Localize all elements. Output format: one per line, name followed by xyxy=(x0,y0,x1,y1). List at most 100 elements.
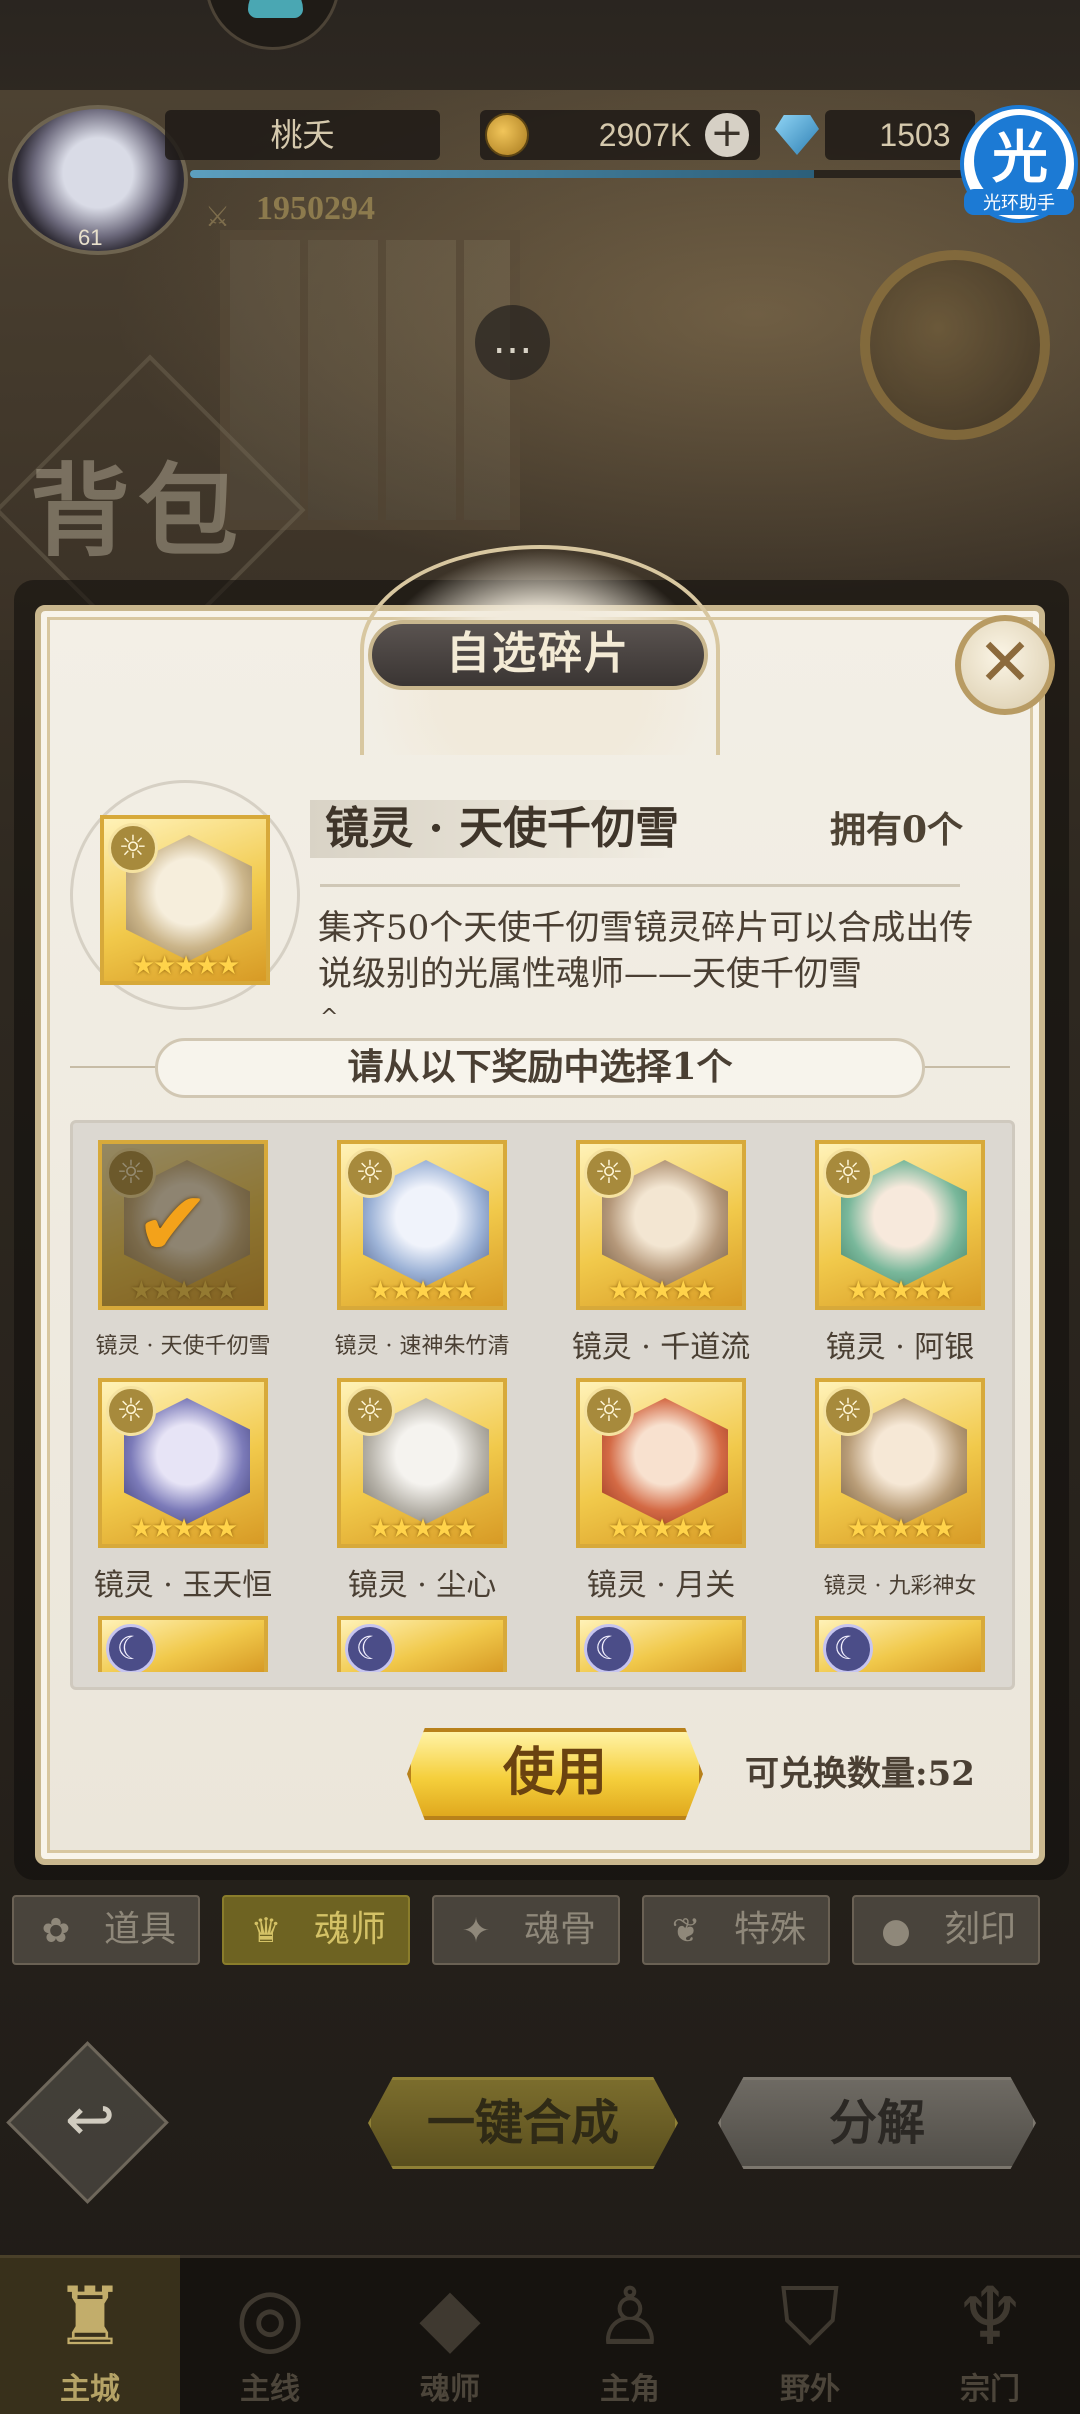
reward-card-10[interactable]: ☾ xyxy=(337,1616,507,1672)
star-rating: ★★★★★ xyxy=(368,1514,478,1544)
choose-prompt: 请从以下奖励中选择1个 xyxy=(155,1038,925,1098)
tab-soulmaster[interactable]: ♛ 魂师 xyxy=(222,1895,410,1965)
star-rating: ★★★★★ xyxy=(607,1514,717,1544)
moon-icon: ☾ xyxy=(106,1624,156,1672)
close-button[interactable]: ✕ xyxy=(955,615,1055,715)
reward-card-7[interactable]: ☼ ★★★★★ xyxy=(576,1378,746,1548)
soulmaster-icon: ◆ xyxy=(419,2270,481,2363)
tab-soulbone[interactable]: ✦ 魂骨 xyxy=(432,1895,620,1965)
featured-description: 集齐50个天使千仞雪镜灵碎片可以合成出传说级别的光属性魂师——天使千仞雪 xyxy=(318,908,974,994)
reward-label: 镜灵 · 尘心 xyxy=(347,1568,497,1603)
page-title: 背包 xyxy=(30,452,246,570)
star-rating: ★★★★★ xyxy=(607,1276,717,1306)
reward-label: 镜灵 · 玉天恒 xyxy=(93,1568,273,1603)
tab-special[interactable]: ❦ 特殊 xyxy=(642,1895,830,1965)
imprint-icon: ● xyxy=(881,1911,911,1951)
reward-card-2[interactable]: ☼ ★★★★★ xyxy=(337,1140,507,1310)
exp-bar xyxy=(190,170,970,178)
tab-label: 魂骨 xyxy=(523,1909,596,1950)
special-icon: ❦ xyxy=(671,1911,701,1951)
nav-item-mainline[interactable]: ◎ 主线 xyxy=(180,2255,360,2414)
nav-item-wild[interactable]: ⛉ 野外 xyxy=(720,2255,900,2414)
reward-card-6[interactable]: ☼ ★★★★★ xyxy=(337,1378,507,1548)
star-rating: ★★★★★ xyxy=(368,1276,478,1306)
nav-item-sect[interactable]: ♆ 宗门 xyxy=(900,2255,1080,2414)
sun-icon: ☼ xyxy=(823,1386,873,1436)
star-rating: ★★★★★ xyxy=(846,1276,956,1306)
exchange-count: 可兑换数量:52 xyxy=(745,1754,975,1794)
nav-item-hero[interactable]: ♙ 主角 xyxy=(540,2255,720,2414)
star-rating: ★★★★★ xyxy=(129,1276,239,1306)
moon-icon: ☾ xyxy=(345,1624,395,1672)
nav-item-soulmaster[interactable]: ◆ 魂师 xyxy=(360,2255,540,2414)
helper-label: 光环助手 xyxy=(964,189,1074,215)
nav-label: 魂师 xyxy=(420,2372,480,2407)
star-rating: ★★★★★ xyxy=(131,951,241,981)
divider xyxy=(920,1066,1010,1068)
hero-icon: ♙ xyxy=(594,2270,666,2363)
reward-label: 镜灵 · 九彩神女 xyxy=(823,1574,977,1599)
star-rating: ★★★★★ xyxy=(846,1514,956,1544)
moon-icon: ☾ xyxy=(584,1624,634,1672)
reward-label: 镜灵 · 速神朱竹清 xyxy=(334,1334,510,1359)
nav-label: 主角 xyxy=(600,2372,660,2407)
mainline-icon: ◎ xyxy=(235,2270,305,2363)
sun-icon: ☼ xyxy=(823,1148,873,1198)
mascot-button[interactable] xyxy=(205,0,340,50)
add-coin-button[interactable]: + xyxy=(705,113,749,157)
moon-icon: ☾ xyxy=(823,1624,873,1672)
tab-label: 魂师 xyxy=(313,1909,386,1950)
sun-icon: ☼ xyxy=(108,823,158,873)
tab-label: 特殊 xyxy=(733,1909,806,1950)
use-button[interactable]: 使用 xyxy=(407,1728,703,1820)
combat-power-value: 1950294 xyxy=(256,190,375,227)
reward-card-5[interactable]: ☼ ★★★★★ xyxy=(98,1378,268,1548)
nav-label: 主城 xyxy=(60,2372,120,2407)
reward-card-12[interactable]: ☾ xyxy=(815,1616,985,1672)
item-icon: ✿ xyxy=(41,1911,71,1951)
reward-card-9[interactable]: ☾ xyxy=(98,1616,268,1672)
back-arrow-icon: ↩ xyxy=(64,2085,116,2155)
tab-label: 道具 xyxy=(103,1909,176,1950)
wild-icon: ⛉ xyxy=(780,2270,840,2363)
player-name: 桃夭 xyxy=(165,110,440,160)
nav-label: 宗门 xyxy=(960,2372,1020,2407)
sun-icon: ☼ xyxy=(345,1386,395,1436)
selected-check-icon: ✔ xyxy=(135,1172,211,1277)
reward-label: 镜灵 · 阿银 xyxy=(825,1330,975,1365)
star-rating: ★★★★★ xyxy=(129,1514,239,1544)
helper-button[interactable]: 光 光环助手 xyxy=(960,105,1078,223)
castle-icon: ♜ xyxy=(54,2270,126,2363)
nav-label: 主线 xyxy=(240,2372,300,2407)
globe-decoration xyxy=(860,250,1050,440)
chat-bubble-icon[interactable]: … xyxy=(475,305,550,380)
reward-card-3[interactable]: ☼ ★★★★★ xyxy=(576,1140,746,1310)
exp-fill xyxy=(190,170,814,178)
combat-power: 1950294 xyxy=(210,190,375,228)
sun-icon: ☼ xyxy=(584,1386,634,1436)
tab-label: 刻印 xyxy=(943,1909,1016,1950)
reward-label: 镜灵 · 千道流 xyxy=(571,1330,751,1365)
tab-item[interactable]: ✿ 道具 xyxy=(12,1895,200,1965)
reward-card-4[interactable]: ☼ ★★★★★ xyxy=(815,1140,985,1310)
divider xyxy=(320,884,960,887)
expand-caret-icon[interactable]: ^ xyxy=(320,1005,338,1030)
sun-icon: ☼ xyxy=(106,1386,156,1436)
merge-all-button[interactable]: 一键合成 xyxy=(368,2077,678,2169)
featured-card: ☼ ★★★★★ xyxy=(100,815,270,985)
coin-icon xyxy=(485,113,529,157)
featured-name: 镜灵 · 天使千仞雪 xyxy=(325,803,679,854)
nav-label: 野外 xyxy=(780,2372,840,2407)
decompose-button[interactable]: 分解 xyxy=(718,2077,1036,2169)
nav-item-main-city[interactable]: ♜ 主城 xyxy=(0,2255,180,2414)
sun-icon: ☼ xyxy=(345,1148,395,1198)
reward-card-11[interactable]: ☾ xyxy=(576,1616,746,1672)
soulmaster-icon: ♛ xyxy=(250,1911,282,1951)
divider xyxy=(70,1066,160,1068)
reward-card-8[interactable]: ☼ ★★★★★ xyxy=(815,1378,985,1548)
gem-count: 1503 xyxy=(825,110,975,160)
soulbone-icon: ✦ xyxy=(461,1911,491,1951)
featured-owned: 拥有0个 xyxy=(830,809,964,851)
tab-imprint[interactable]: ● 刻印 xyxy=(852,1895,1040,1965)
reward-label: 镜灵 · 天使千仞雪 xyxy=(95,1334,271,1359)
